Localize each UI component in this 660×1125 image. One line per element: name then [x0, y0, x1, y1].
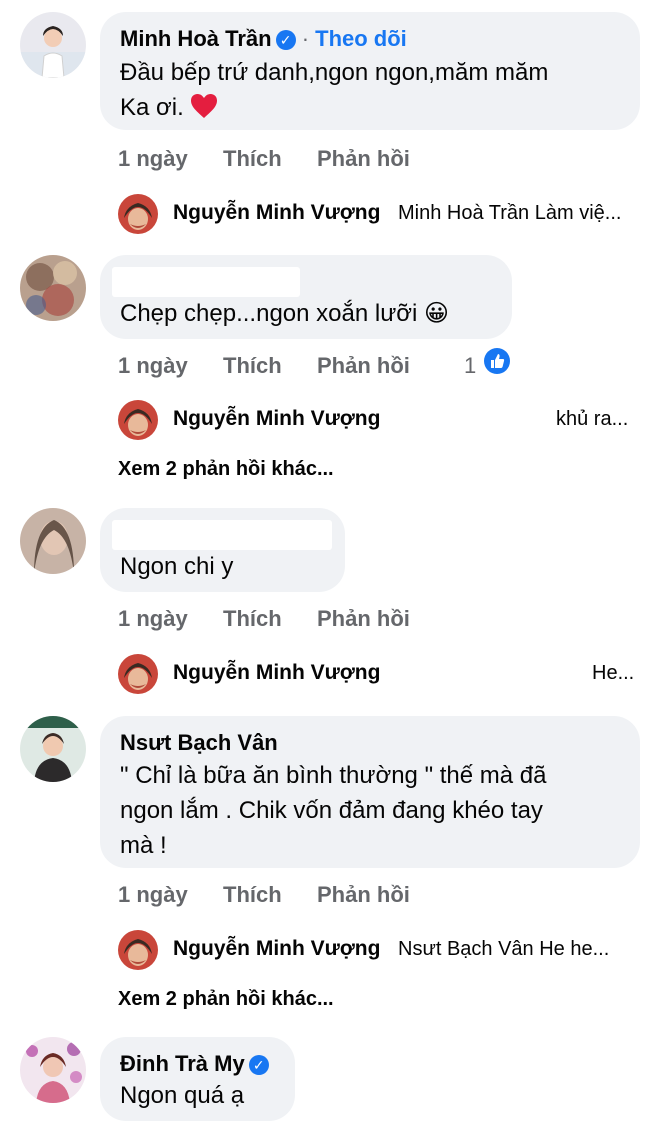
verified-badge-icon: ✓ — [248, 1055, 269, 1076]
comment-text-line: Đầu bếp trứ danh,ngon ngon,măm măm — [120, 59, 549, 86]
comment-text-line: ngon lắm . Chik vốn đảm đang khéo tay — [120, 797, 543, 824]
heart-icon — [191, 94, 218, 118]
reply-link[interactable]: Phản hồi — [317, 353, 410, 379]
view-more-replies-link[interactable]: Xem 2 phản hồi khác... — [118, 458, 334, 481]
avatar[interactable] — [118, 400, 158, 440]
reply-preview[interactable]: Nguyễn Minh Vượng khủ ra... — [118, 397, 648, 443]
avatar[interactable] — [118, 654, 158, 694]
like-link[interactable]: Thích — [223, 353, 282, 379]
reply-link[interactable]: Phản hồi — [317, 882, 410, 908]
separator-dot: · — [301, 26, 310, 51]
comment-time[interactable]: 1 ngày — [118, 353, 188, 379]
verified-badge-icon: ✓ — [275, 30, 296, 51]
like-link[interactable]: Thích — [223, 606, 282, 632]
reply-link[interactable]: Phản hồi — [317, 146, 410, 172]
hidden-author-name — [112, 520, 332, 550]
like-thumb-icon — [484, 348, 510, 374]
reply-text: Nsưt Bạch Vân He he... — [398, 938, 610, 960]
reply-text: Minh Hoà Trần Làm việ... — [398, 202, 622, 224]
comment-text-line: mà ! — [120, 832, 167, 859]
avatar[interactable] — [118, 930, 158, 970]
reply-text: He... — [592, 662, 635, 684]
comment-text-line: " Chỉ là bữa ăn bình thường " thế mà đã — [120, 762, 547, 789]
avatar[interactable] — [20, 12, 86, 78]
comment-author-name[interactable]: Đinh Trà My — [120, 1051, 245, 1076]
reply-author-name[interactable]: Nguyễn Minh Vượng — [173, 661, 380, 685]
comment-bubble: Ngon chi y — [100, 508, 345, 592]
comment-time[interactable]: 1 ngày — [118, 882, 188, 908]
reply-author-name[interactable]: Nguyễn Minh Vượng — [173, 407, 380, 431]
like-link[interactable]: Thích — [223, 146, 282, 172]
comment-text: Ngon chi y — [120, 553, 234, 580]
comment-text-fragment: Chẹp chẹp...ngon xoắn lưỡi — [120, 300, 418, 327]
reaction-count[interactable]: 1 — [464, 353, 476, 379]
reply-link[interactable]: Phản hồi — [317, 606, 410, 632]
comment-text: Chẹp chẹp...ngon xoắn lưỡi 😀 — [120, 296, 449, 331]
view-more-replies-link[interactable]: Xem 2 phản hồi khác... — [118, 988, 334, 1011]
grinning-emoji-icon: 😀 — [424, 299, 450, 327]
comment-author-name[interactable]: Minh Hoà Trần — [120, 26, 272, 51]
avatar[interactable] — [118, 194, 158, 234]
avatar[interactable] — [20, 255, 86, 321]
comment-bubble: Minh Hoà Trần ✓ · Theo dõi Đầu bếp trứ da… — [100, 12, 640, 130]
reply-preview[interactable]: Nguyễn Minh Vượng He... — [118, 651, 648, 697]
comment-text-line-2: Ka ơi. — [120, 90, 548, 125]
comment-bubble: Đinh Trà My ✓ Ngon quá ạ — [100, 1037, 295, 1121]
comment-text-fragment: Ka ơi. — [120, 94, 184, 121]
avatar[interactable] — [20, 508, 86, 574]
reply-text: khủ ra... — [556, 408, 629, 430]
comment-author-row: Đinh Trà My ✓ — [120, 1051, 269, 1077]
hidden-author-name — [112, 267, 300, 297]
comment-bubble: Chẹp chẹp...ngon xoắn lưỡi 😀 — [100, 255, 512, 339]
reply-author-name[interactable]: Nguyễn Minh Vượng — [173, 937, 380, 961]
comment-author-name[interactable]: Nsưt Bạch Vân — [120, 730, 278, 756]
reply-preview[interactable]: Nguyễn Minh Vượng Nsưt Bạch Vân He he... — [118, 927, 648, 973]
comment-author-row: Minh Hoà Trần ✓ · Theo dõi — [120, 26, 407, 52]
comment-text: Ngon quá ạ — [120, 1082, 245, 1109]
comment-time[interactable]: 1 ngày — [118, 606, 188, 632]
comment-time[interactable]: 1 ngày — [118, 146, 188, 172]
follow-button[interactable]: Theo dõi — [315, 26, 407, 51]
like-link[interactable]: Thích — [223, 882, 282, 908]
avatar[interactable] — [20, 1037, 86, 1103]
reply-preview[interactable]: Nguyễn Minh Vượng Minh Hoà Trần Làm việ.… — [118, 191, 648, 237]
comment-text: Đầu bếp trứ danh,ngon ngon,măm măm Ka ơi… — [120, 55, 548, 125]
comment-text: " Chỉ là bữa ăn bình thường " thế mà đã … — [120, 758, 547, 863]
comment-bubble: Nsưt Bạch Vân " Chỉ là bữa ăn bình thườn… — [100, 716, 640, 868]
avatar[interactable] — [20, 716, 86, 782]
reply-author-name[interactable]: Nguyễn Minh Vượng — [173, 201, 380, 225]
